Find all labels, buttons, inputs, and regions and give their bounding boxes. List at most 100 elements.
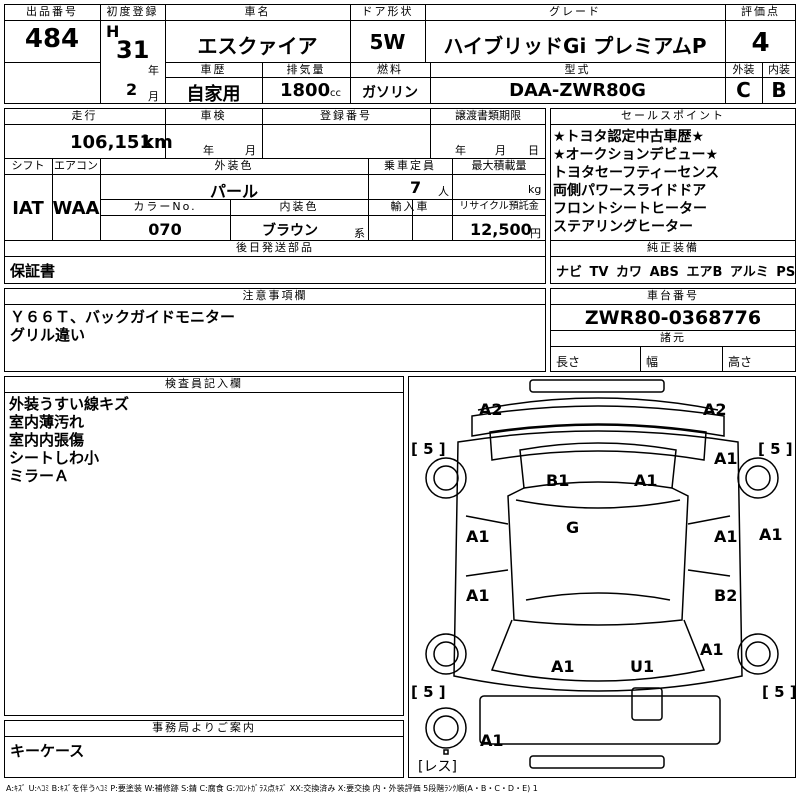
ext-color-label: 外装色: [214, 159, 254, 172]
divider: [550, 304, 796, 305]
ac: WAA: [52, 198, 100, 219]
tire-rl-depth: [ 5 ]: [411, 683, 446, 701]
int-color-unit: 系: [354, 227, 365, 240]
divider: [640, 346, 641, 372]
spare-tire: [レス]: [418, 759, 457, 775]
door-type: 5W: [369, 30, 406, 54]
divider: [100, 215, 546, 216]
shift: IAT: [12, 198, 44, 219]
divider: [4, 20, 100, 21]
divider: [165, 77, 725, 78]
history: 自家用: [186, 84, 241, 105]
office-text: キーケース: [10, 742, 85, 760]
recycle: 12,500: [470, 220, 532, 239]
disp-unit: cc: [330, 88, 341, 99]
reg-month: 2: [126, 80, 138, 99]
int-color: ブラウン: [262, 223, 318, 239]
notes-label: 注意事項欄: [242, 289, 308, 302]
damage-mark: A1: [479, 531, 480, 532]
seats: 7: [410, 178, 422, 197]
shift-label: シフト: [11, 159, 45, 172]
damage-mark: A1: [700, 640, 724, 659]
tr-month-unit: 月: [495, 144, 506, 157]
divider: [550, 346, 796, 347]
model-label: 型式: [564, 63, 591, 76]
divider: [165, 20, 725, 21]
color-no: 070: [148, 220, 182, 239]
damage-mark: A2: [479, 400, 503, 419]
history-label: 車歴: [200, 63, 227, 76]
tire-fr-depth: [ 5 ]: [758, 440, 793, 458]
transfer-label: 譲渡書類期限: [455, 109, 521, 122]
year-unit: 年: [148, 64, 159, 77]
damage-mark: A1: [466, 527, 490, 546]
score: 4: [751, 28, 770, 58]
regno-label: 登録番号: [320, 109, 372, 122]
sales-item: ステアリングヒーター: [553, 219, 693, 235]
divider: [4, 392, 404, 393]
divider: [725, 20, 796, 21]
seats-label: 乗車定員: [384, 159, 436, 172]
inspector-text: 外装うすい線キズ 室内薄汚れ 室内内張傷 シートしわ小 ミラーＡ: [9, 395, 130, 485]
divider: [4, 256, 546, 257]
spec-width: 幅: [646, 355, 659, 369]
tr-year-unit: 年: [455, 144, 466, 157]
later-label: 後日発送部品: [236, 241, 314, 254]
payload-label: 最大積載量: [471, 159, 527, 172]
int-color-label: 内装色: [279, 200, 319, 213]
damage-mark: A1: [480, 731, 504, 750]
damage-mark: A1: [634, 471, 658, 490]
damage-mark: A1: [466, 586, 490, 605]
equip-item: ナビ: [556, 265, 583, 280]
seats-unit: 人: [438, 185, 449, 198]
damage-mark: G: [566, 518, 580, 537]
sales-item: 両側パワースライドドア: [553, 183, 707, 199]
model: DAA-ZWR80G: [509, 80, 646, 101]
car-name-label: 車名: [244, 5, 271, 18]
equip-item: エアB: [686, 265, 723, 280]
tire-fl-depth: [ 5 ]: [411, 440, 446, 458]
office-label: 事務局よりご案内: [152, 721, 256, 734]
spec-length: 長さ: [556, 355, 581, 369]
equip-item: ABS: [649, 265, 679, 280]
insp-year-unit: 年: [203, 144, 214, 157]
inspector-label: 検査員記入欄: [165, 377, 243, 390]
later-parts: 保証書: [10, 262, 56, 280]
ext-grade: C: [736, 78, 751, 102]
equip-item: カワ: [616, 265, 643, 280]
tire-rr-depth: [ 5 ]: [762, 683, 797, 701]
mileage-unit: km: [142, 132, 173, 153]
sales-list: ★トヨタ認定中古車歴★ ★オークションデビュー★ トヨタセーフティーセンス 両側…: [553, 128, 793, 236]
ac-label: エアコン: [54, 159, 98, 172]
lot-number: 484: [24, 24, 80, 54]
sales-label: セールスポイント: [621, 109, 725, 122]
first-reg-label: 初度登録: [106, 5, 159, 18]
score-label: 評価点: [741, 5, 780, 18]
specs-label: 諸元: [660, 331, 686, 344]
color-no-label: カラーNo.: [133, 200, 197, 213]
divider: [550, 124, 796, 125]
damage-mark: A1: [714, 527, 738, 546]
displacement: 1800: [280, 80, 331, 101]
divider: [4, 736, 404, 737]
chassis-label: 車台番号: [647, 289, 699, 302]
int-grade-label: 内装: [768, 63, 790, 76]
payload-unit: kg: [528, 183, 542, 196]
divider: [4, 304, 546, 305]
notes-text: Ｙ６６Ｔ、バックガイドモニター グリル違い: [10, 308, 236, 344]
tr-day-unit: 日: [528, 144, 539, 157]
sales-item: フロントシートヒーター: [553, 201, 707, 217]
equip-item: アルミ: [729, 265, 769, 280]
damage-mark: A2: [703, 400, 727, 419]
divider: [550, 256, 796, 257]
equip-item: PS: [776, 265, 796, 280]
mileage-label: 走行: [71, 109, 98, 122]
recycle-label: リサイクル預託金: [459, 201, 539, 212]
divider: [100, 4, 101, 104]
month-unit: 月: [148, 90, 159, 103]
int-grade: B: [771, 78, 787, 102]
lot-label: 出品番号: [26, 5, 78, 18]
car-name: エスクァイア: [197, 34, 318, 58]
damage-mark: B2: [714, 586, 738, 605]
sales-item: ★トヨタ認定中古車歴★: [553, 129, 705, 145]
